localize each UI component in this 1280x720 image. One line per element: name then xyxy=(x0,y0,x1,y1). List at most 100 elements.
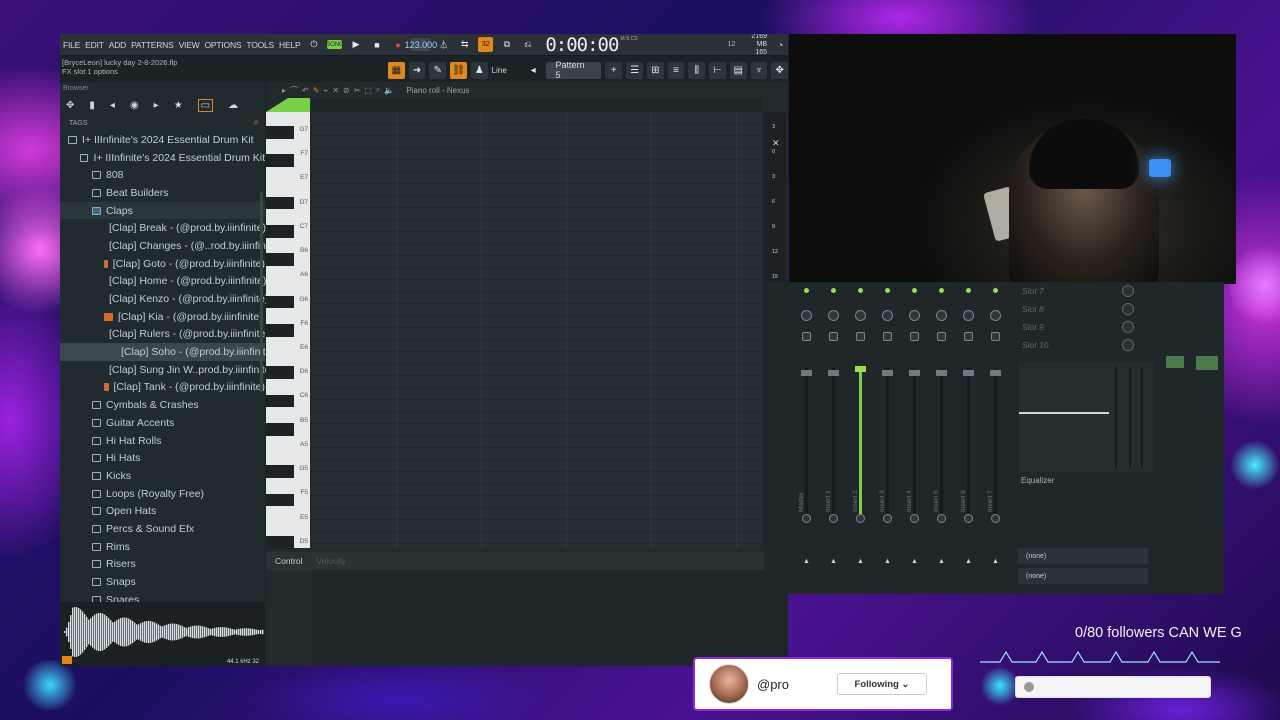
black-key[interactable] xyxy=(266,366,294,380)
route-arrow-icon[interactable]: ▲ xyxy=(803,558,810,565)
sample-file[interactable]: [Clap] Home - (@prod.by.iiinfinite) xyxy=(60,273,267,291)
stereo-knob[interactable] xyxy=(964,332,973,341)
pan-knob[interactable] xyxy=(990,310,1001,321)
back-icon[interactable]: ◂ xyxy=(110,100,115,111)
fader-cap[interactable] xyxy=(963,370,974,376)
sample-file[interactable]: [Clap] Kenzo - (@prod.by.iiinfinite) xyxy=(60,290,268,308)
browser-folder[interactable]: Hi Hats xyxy=(60,449,265,467)
mixer-strip[interactable]: Insert 3 ▲ xyxy=(875,282,901,582)
menu-options[interactable]: OPTIONS xyxy=(205,40,242,50)
brush-tool-icon[interactable]: ⌁ xyxy=(323,86,328,95)
mixer-strip[interactable]: Master ▲ xyxy=(794,282,820,582)
black-key[interactable] xyxy=(266,493,294,507)
collapse-icon[interactable]: ✥ xyxy=(66,100,74,111)
ghost-channel-marker[interactable] xyxy=(266,98,310,112)
mixer-strip[interactable]: Insert 7 ▲ xyxy=(983,282,1009,582)
send-knob[interactable] xyxy=(964,514,973,523)
mixer-strip[interactable]: Insert 1 ▲ xyxy=(821,282,847,582)
browser-folder[interactable]: Guitar Accents xyxy=(60,414,265,432)
fx-slot-10[interactable]: Slot 10 xyxy=(1017,336,1152,354)
stereo-knob[interactable] xyxy=(991,332,1000,341)
black-key[interactable] xyxy=(266,225,294,238)
send-knob[interactable] xyxy=(883,514,892,523)
pan-knob[interactable] xyxy=(936,310,947,321)
power-icon[interactable]: ⏻ xyxy=(306,37,321,52)
send-knob[interactable] xyxy=(910,514,919,523)
timeline-ruler[interactable] xyxy=(312,98,762,112)
pan-knob[interactable] xyxy=(963,310,974,321)
metronome-icon[interactable]: ⏃ xyxy=(436,37,451,52)
menu-tools[interactable]: TOOLS xyxy=(246,40,274,50)
menu-help[interactable]: HELP xyxy=(279,40,301,50)
sample-file[interactable]: [Clap] Soho - (@prod.by.iiinfinite) xyxy=(60,343,275,361)
fx-slot-9[interactable]: Slot 9 xyxy=(1017,318,1152,336)
link-icon[interactable]: ⛓ xyxy=(450,61,467,79)
time-display[interactable]: 0:00:00 xyxy=(545,34,619,56)
following-button[interactable]: Following ⌄ xyxy=(837,673,927,695)
black-key[interactable] xyxy=(266,253,294,266)
stereo-knob[interactable] xyxy=(856,332,865,341)
route-arrow-icon[interactable]: ▲ xyxy=(965,558,972,565)
fader-cap[interactable] xyxy=(936,370,947,376)
arrow-right-icon[interactable]: ➜ xyxy=(408,61,426,79)
magnet-icon[interactable]: ⌒ xyxy=(290,85,298,96)
pan-knob[interactable] xyxy=(828,310,839,321)
step-edit-icon[interactable]: ⎌ xyxy=(520,37,535,52)
sample-file[interactable]: [Clap] Break - (@prod.by.iiinfinite) xyxy=(60,219,266,237)
file-icon[interactable]: ▮ xyxy=(89,100,95,111)
output-select[interactable]: (none) xyxy=(1018,568,1148,584)
cloud-icon[interactable]: ☁ xyxy=(228,100,238,111)
stereo-knob[interactable] xyxy=(910,332,919,341)
route-arrow-icon[interactable]: ▲ xyxy=(884,558,891,565)
blend-notes-icon[interactable]: 32 xyxy=(478,37,494,52)
pan-knob[interactable] xyxy=(909,310,920,321)
control-label[interactable]: Control xyxy=(275,556,302,566)
route-arrow-icon[interactable]: ▲ xyxy=(830,558,837,565)
menu-file[interactable]: FILE xyxy=(63,40,80,50)
stop-button[interactable]: ■ xyxy=(369,37,384,52)
close-icon[interactable]: ✕ xyxy=(772,138,780,149)
send-knob[interactable] xyxy=(937,514,946,523)
mixer-strip[interactable]: Insert 6 ▲ xyxy=(956,282,982,582)
browser-folder[interactable]: Hi Hat Rolls xyxy=(60,432,265,450)
route-arrow-icon[interactable]: ▲ xyxy=(992,558,999,565)
piano-keyboard[interactable]: G7 F7 E7 D7 C7 B6 A6 G6 F6 E6 D6 C6 B5 A5 G5 F5 E5 D5 xyxy=(266,112,310,549)
speaker-icon[interactable]: 🔈 xyxy=(384,86,394,95)
pattern-icon[interactable]: ▦ xyxy=(388,61,405,79)
black-key[interactable] xyxy=(266,394,294,408)
search-icon[interactable]: ⌕ xyxy=(253,117,259,128)
pattern-selector[interactable]: Pattern 5 xyxy=(545,60,602,80)
note-grid[interactable] xyxy=(312,112,762,548)
stereo-knob[interactable] xyxy=(829,332,838,341)
record-button[interactable]: ● xyxy=(390,37,405,52)
tree-sub-folder[interactable]: I+ IIInfinite's 2024 Essential Drum Kit xyxy=(60,149,265,167)
strip-led[interactable] xyxy=(858,288,863,293)
channel-rack-icon[interactable]: ⊞ xyxy=(646,61,664,79)
chat-input-pill[interactable] xyxy=(1015,676,1211,698)
menu-add[interactable]: ADD xyxy=(109,40,127,50)
stereo-knob[interactable] xyxy=(883,332,892,341)
black-key[interactable] xyxy=(266,422,294,436)
pan-knob[interactable] xyxy=(882,310,893,321)
globe-icon[interactable]: ◉ xyxy=(130,100,139,111)
mute-tool-icon[interactable]: ⊘ xyxy=(343,86,350,95)
strip-led[interactable] xyxy=(912,288,917,293)
sample-file[interactable]: [Clap] Sung Jin W..prod.by.iiinfinite) xyxy=(60,361,274,379)
delete-tool-icon[interactable]: ✕ xyxy=(332,86,339,95)
stereo-knob[interactable] xyxy=(937,332,946,341)
strip-led[interactable] xyxy=(966,288,971,293)
fx-slot-8[interactable]: Slot 8 xyxy=(1017,300,1152,318)
forward-icon[interactable]: ▸ xyxy=(154,100,159,111)
select-tool-icon[interactable]: ⬚ xyxy=(364,86,372,95)
fx-slot-7[interactable]: Slot 7 xyxy=(1017,282,1152,300)
tempo-display[interactable]: 123.000 xyxy=(405,38,437,51)
zoom-tool-icon[interactable]: ⌕ xyxy=(376,85,380,95)
sample-file[interactable]: [Clap] Goto - (@prod.by.iiinfinite) xyxy=(60,255,265,273)
mixer-icon[interactable]: ⫼ xyxy=(688,61,706,79)
slice-tool-icon[interactable]: ✂ xyxy=(354,86,361,95)
fader-cap[interactable] xyxy=(855,366,866,372)
pan-knob[interactable] xyxy=(801,310,812,321)
black-key[interactable] xyxy=(266,126,294,139)
sample-file[interactable]: [Clap] Rulers - (@prod.by.iiinfinite) xyxy=(60,326,269,344)
strip-led[interactable] xyxy=(831,288,836,293)
